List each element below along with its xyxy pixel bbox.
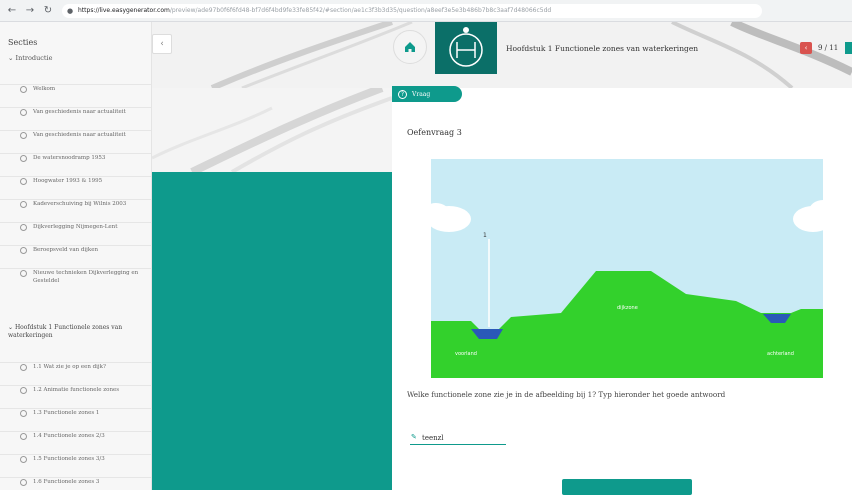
status-circle-icon — [20, 178, 27, 185]
sidebar-item[interactable]: Van geschiedenis naar actualiteit — [0, 107, 151, 116]
sidebar-item-label: De watersnoodramp 1953 — [33, 155, 106, 161]
status-circle-icon — [20, 224, 27, 231]
marble-pattern — [210, 22, 852, 88]
sidebar-item-label: 1.1 Wat zie je op een dijk? — [33, 364, 106, 370]
sidebar-item-label: Welkom — [33, 86, 56, 92]
sidebar-item-label: 1.6 Functionele zones 3 — [33, 479, 100, 485]
status-circle-icon — [20, 364, 27, 371]
lock-icon: ● — [67, 6, 74, 15]
sidebar-item-label: Van geschiedenis naar actualiteit — [33, 109, 126, 115]
address-bar[interactable]: ● https://live.easygenerator.com/preview… — [62, 3, 762, 18]
decorative-panel — [152, 172, 392, 490]
sidebar-item-label: Beroepsveld van dijken — [33, 247, 99, 253]
status-circle-icon — [20, 387, 27, 394]
reload-icon[interactable]: ↻ — [42, 5, 54, 17]
status-circle-icon — [20, 86, 27, 93]
chapter-section-toggle[interactable]: ⌄ Hoofdstuk 1 Functionele zones van wate… — [8, 324, 148, 340]
forward-icon[interactable]: → — [24, 5, 36, 17]
sidebar-item-label: Dijkverlegging Nijmegen-Lent — [33, 224, 118, 230]
marble-background — [152, 22, 852, 88]
backland-label: achterland — [767, 351, 794, 357]
status-circle-icon — [20, 132, 27, 139]
sidebar-item[interactable]: 1.1 Wat zie je op een dijk? — [0, 362, 151, 371]
intro-label: Introductie — [15, 54, 53, 62]
status-circle-icon — [20, 270, 27, 277]
foreland-label: voorland — [455, 351, 477, 357]
chapter-title: Hoofdstuk 1 Functionele zones van waterk… — [506, 44, 699, 53]
sidebar-item[interactable]: 1.6 Functionele zones 3 — [0, 477, 151, 486]
sidebar-item-label: 1.4 Functionele zones 2/3 — [33, 433, 105, 439]
sidebar-item[interactable]: De watersnoodramp 1953 — [0, 153, 151, 162]
sidebar-item[interactable]: Dijkverlegging Nijmegen-Lent — [0, 222, 151, 231]
marble-background-lower — [152, 88, 392, 172]
status-circle-icon — [20, 201, 27, 208]
intro-section-toggle[interactable]: ⌄ Introductie — [8, 54, 52, 62]
sidebar-item[interactable]: Kadeverschuiving bij Wilnis 2003 — [0, 199, 151, 208]
back-icon[interactable]: ← — [6, 5, 18, 17]
marble-pattern-lower — [152, 88, 392, 172]
dike-label: dijkzone — [617, 305, 638, 311]
collapse-sidebar-button[interactable]: ‹ — [152, 34, 172, 54]
sidebar-item-label: Hoogwater 1993 & 1995 — [33, 178, 103, 184]
sidebar-item-label: 1.2 Animatie functionele zones — [33, 387, 120, 393]
url-path: /preview/ade97b0f6f6fd48-bf7d6f4bd9fe33f… — [169, 6, 552, 14]
page-counter: 9 / 11 — [818, 44, 839, 52]
home-icon — [405, 42, 415, 52]
sidebar-item-label: 1.3 Functionele zones 1 — [33, 410, 100, 416]
sidebar-item-label: Van geschiedenis naar actualiteit — [33, 132, 126, 138]
previous-button[interactable]: ‹ — [800, 42, 812, 54]
next-button[interactable] — [845, 42, 852, 54]
status-circle-icon — [20, 109, 27, 116]
question-icon: ? — [398, 89, 407, 99]
sidebar-item-label: Nieuwe technieken Dijkverlegging en Gest… — [33, 270, 139, 284]
course-logo — [435, 22, 497, 74]
status-circle-icon — [20, 456, 27, 463]
status-circle-icon — [20, 479, 27, 486]
sidebar-item[interactable]: 1.4 Functionele zones 2/3 — [0, 431, 151, 440]
submit-answer-button[interactable] — [562, 479, 692, 495]
marker-label: 1 — [483, 232, 487, 239]
sidebar-item[interactable]: 1.2 Animatie functionele zones — [0, 385, 151, 394]
status-circle-icon — [20, 410, 27, 417]
browser-toolbar: ← → ↻ ● https://live.easygenerator.com/p… — [0, 0, 852, 22]
sidebar-item[interactable]: 1.5 Functionele zones 3/3 — [0, 454, 151, 463]
url-host: https://live.easygenerator.com — [78, 6, 170, 14]
logo-icon — [449, 27, 483, 67]
status-circle-icon — [20, 247, 27, 254]
answer-input[interactable] — [410, 431, 506, 445]
sidebar-item[interactable]: Beroepsveld van dijken — [0, 245, 151, 254]
chapter-label: Hoofdstuk 1 Functionele zones van waterk… — [8, 324, 123, 339]
sidebar-item[interactable]: Welkom — [0, 84, 151, 93]
question-tag-label: Vraag — [412, 90, 431, 98]
question-prompt: Welke functionele zone zie je in de afbe… — [407, 390, 726, 399]
home-button[interactable] — [393, 30, 427, 64]
dike-cross-section-image: 1 dijkzone voorland achterland — [431, 159, 823, 378]
status-circle-icon — [20, 433, 27, 440]
question-title: Oefenvraag 3 — [407, 128, 462, 137]
sidebar-item[interactable]: Van geschiedenis naar actualiteit — [0, 130, 151, 139]
sidebar-item[interactable]: Nieuwe technieken Dijkverlegging en Gest… — [0, 268, 151, 285]
sidebar-title: Secties — [8, 38, 38, 47]
sections-sidebar: Secties ⌄ Introductie Welkom Van geschie… — [0, 22, 152, 490]
sidebar-item[interactable]: Hoogwater 1993 & 1995 — [0, 176, 151, 185]
sidebar-item-label: Kadeverschuiving bij Wilnis 2003 — [33, 201, 127, 207]
status-circle-icon — [20, 155, 27, 162]
sidebar-item-label: 1.5 Functionele zones 3/3 — [33, 456, 105, 462]
sidebar-item[interactable]: 1.3 Functionele zones 1 — [0, 408, 151, 417]
question-tag: ? Vraag — [392, 86, 462, 102]
